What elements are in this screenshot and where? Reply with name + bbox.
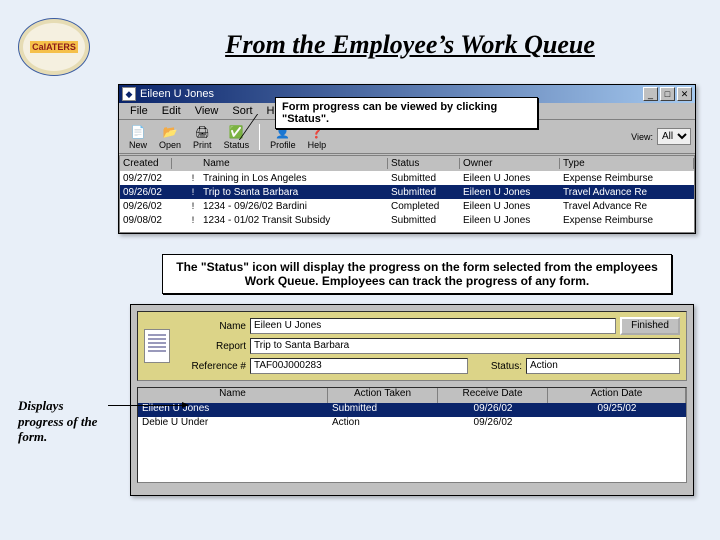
maximize-button[interactable]: □ (660, 87, 675, 101)
side-annotation: Displays progress of the form. (18, 398, 108, 445)
callout-status-tip: Form progress can be viewed by clicking … (275, 97, 538, 129)
pcol-action[interactable]: Action Taken (328, 388, 438, 403)
col-type[interactable]: Type (560, 158, 694, 169)
report-label: Report (178, 341, 246, 352)
reference-field: TAF00J000283 (250, 358, 468, 374)
table-row[interactable]: 09/27/02!Training in Los AngelesSubmitte… (120, 171, 694, 185)
progress-row[interactable]: Eileen U Jones Submitted 09/26/02 09/25/… (138, 403, 686, 417)
view-label: View: (631, 132, 653, 142)
app-logo: CalATERS (18, 18, 90, 76)
table-header: Created Name Status Owner Type (120, 156, 694, 171)
app-icon: ◆ (122, 87, 136, 101)
close-button[interactable]: ✕ (677, 87, 692, 101)
status-label: Status: (472, 361, 522, 372)
print-icon: 🖨 (194, 124, 210, 140)
menu-view[interactable]: View (188, 103, 226, 119)
pcol-adate[interactable]: Action Date (548, 388, 686, 403)
col-owner[interactable]: Owner (460, 158, 560, 169)
callout-status-explain: The "Status" icon will display the progr… (162, 254, 672, 294)
print-button[interactable]: 🖨Print (187, 123, 218, 151)
col-status[interactable]: Status (388, 158, 460, 169)
report-field: Trip to Santa Barbara (250, 338, 680, 354)
pcol-name[interactable]: Name (138, 388, 328, 403)
window-title: Eileen U Jones (140, 88, 214, 100)
open-icon: 📂 (162, 124, 178, 140)
status-field: Action (526, 358, 680, 374)
form-summary-panel: Name Eileen U Jones Finished Report Trip… (137, 311, 687, 381)
progress-table: Name Action Taken Receive Date Action Da… (137, 387, 687, 483)
table-row[interactable]: 09/26/02!Trip to Santa BarbaraSubmittedE… (120, 185, 694, 199)
menu-edit[interactable]: Edit (155, 103, 188, 119)
col-name[interactable]: Name (200, 158, 388, 169)
name-label: Name (178, 321, 246, 332)
document-icon (144, 329, 170, 363)
new-button[interactable]: 📄New (123, 123, 153, 151)
progress-header: Name Action Taken Receive Date Action Da… (138, 388, 686, 403)
minimize-button[interactable]: _ (643, 87, 658, 101)
table-row[interactable]: 09/26/02!1234 - 09/26/02 BardiniComplete… (120, 199, 694, 213)
open-button[interactable]: 📂Open (153, 123, 187, 151)
finished-button[interactable]: Finished (620, 317, 680, 335)
name-field: Eileen U Jones (250, 318, 616, 334)
new-icon: 📄 (130, 124, 146, 140)
pcol-receive[interactable]: Receive Date (438, 388, 548, 403)
reference-label: Reference # (178, 361, 246, 372)
table-row[interactable]: 09/08/02!1234 - 01/02 Transit SubsidySub… (120, 213, 694, 227)
annotation-arrow (108, 405, 188, 406)
progress-row[interactable]: Debie U Under Action 09/26/02 (138, 417, 686, 431)
work-queue-table: Created Name Status Owner Type 09/27/02!… (119, 155, 695, 233)
view-select[interactable]: All (657, 128, 691, 145)
status-detail-window: Name Eileen U Jones Finished Report Trip… (130, 304, 694, 496)
col-created[interactable]: Created (120, 158, 172, 169)
page-title: From the Employee’s Work Queue (120, 30, 700, 60)
menu-file[interactable]: File (123, 103, 155, 119)
